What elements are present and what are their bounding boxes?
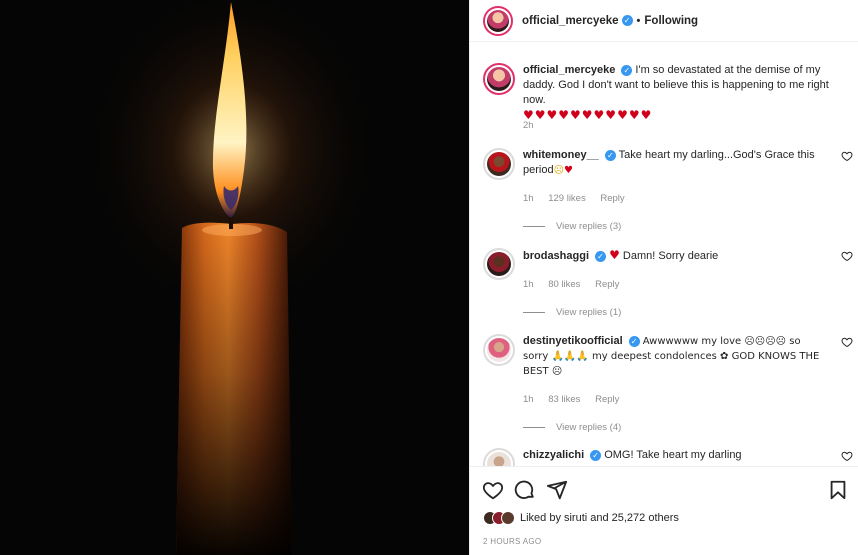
- liked-by-summary[interactable]: Liked by siruti and 25,272 others: [483, 511, 679, 525]
- verified-badge-icon: ✓: [628, 335, 640, 347]
- replies-divider: [523, 312, 545, 313]
- comment-username[interactable]: destinyetikoofficial: [523, 335, 623, 347]
- like-comment-heart-icon[interactable]: [841, 150, 853, 162]
- comment-likes[interactable]: 129 likes: [548, 193, 586, 204]
- liked-by-user[interactable]: siruti: [564, 512, 587, 524]
- separator-dot: •: [636, 14, 641, 27]
- verified-badge-icon: ✓: [621, 64, 633, 76]
- view-replies-label: View replies (4): [556, 422, 622, 433]
- view-replies-label: View replies (1): [556, 307, 622, 318]
- replies-divider: [523, 427, 545, 428]
- comment-username[interactable]: chizzyalichi: [523, 449, 584, 461]
- liked-by-prefix: Liked by: [520, 512, 561, 524]
- comment-heart-emoji: ♥: [609, 248, 620, 262]
- commenter-avatar[interactable]: [483, 148, 515, 180]
- comment-time: 1h: [523, 394, 534, 405]
- reply-button[interactable]: Reply: [595, 394, 619, 405]
- comment-item: destinyetikoofficial ✓ Awwwwww my love ☹☹…: [483, 334, 853, 434]
- comment-meta: 1h 83 likes Reply: [523, 394, 631, 405]
- comment-text: Damn! Sorry dearie: [622, 250, 719, 262]
- caption-meta: 2h: [523, 120, 546, 131]
- comment-username[interactable]: brodashaggi: [523, 250, 589, 262]
- comment-bubble-icon[interactable]: [514, 479, 536, 501]
- verified-badge-icon: ✓: [621, 15, 633, 27]
- bookmark-icon[interactable]: [827, 479, 849, 501]
- comment-emoji: ☹♥: [553, 165, 573, 176]
- like-comment-heart-icon[interactable]: [841, 336, 853, 348]
- comment-time: 1h: [523, 279, 534, 290]
- comment-item: whitemoney__ ✓ Take heart my darling...Go…: [483, 148, 853, 233]
- commenter-avatar[interactable]: [483, 248, 515, 280]
- post-header: official_mercyeke ✓ • Following: [470, 0, 858, 42]
- comment-time: 1h: [523, 193, 534, 204]
- caption-text-block: official_mercyeke ✓ I'm so devastated at …: [523, 63, 829, 124]
- comment-text-block: whitemoney__ ✓ Take heart my darling...Go…: [523, 148, 829, 178]
- view-replies-button[interactable]: View replies (3): [523, 221, 621, 232]
- comment-meta: 1h 80 likes Reply: [523, 279, 631, 290]
- comment-likes[interactable]: 83 likes: [548, 394, 580, 405]
- comment-likes[interactable]: 80 likes: [548, 279, 580, 290]
- verified-badge-icon: ✓: [590, 449, 602, 461]
- author-avatar[interactable]: [483, 5, 513, 36]
- like-comment-heart-icon[interactable]: [841, 250, 853, 262]
- verified-badge-icon: ✓: [604, 149, 616, 161]
- post-timestamp: 2 HOURS AGO: [483, 537, 542, 546]
- comment-text: OMG! Take heart my darling: [604, 449, 742, 461]
- author-username[interactable]: official_mercyeke ✓: [522, 15, 633, 27]
- caption-avatar[interactable]: [483, 63, 515, 95]
- comment-text-block: destinyetikoofficial ✓ Awwwwww my love ☹☹…: [523, 334, 829, 379]
- comment-item: chizzyalichi ✓ OMG! Take heart my darling: [483, 448, 853, 466]
- post-image-candle[interactable]: [0, 0, 469, 555]
- post-side-panel: official_mercyeke ✓ • Following official_…: [469, 0, 858, 555]
- heart-outline-icon[interactable]: [482, 479, 504, 501]
- replies-divider: [523, 226, 545, 227]
- view-replies-button[interactable]: View replies (4): [523, 422, 621, 433]
- comment-text-block: chizzyalichi ✓ OMG! Take heart my darling: [523, 448, 829, 463]
- view-replies-button[interactable]: View replies (1): [523, 307, 621, 318]
- reply-button[interactable]: Reply: [595, 279, 619, 290]
- post-actions: Liked by siruti and 25,272 others 2 HOUR…: [470, 466, 858, 555]
- comment-meta: 1h 129 likes Reply: [523, 193, 637, 204]
- like-comment-heart-icon[interactable]: [841, 450, 853, 462]
- verified-badge-icon: ✓: [595, 250, 607, 262]
- comment-text-block: brodashaggi ✓ ♥ Damn! Sorry dearie: [523, 248, 829, 264]
- candle-illustration: [0, 0, 469, 555]
- commenter-avatar[interactable]: [483, 334, 515, 366]
- reply-button[interactable]: Reply: [600, 193, 624, 204]
- view-replies-label: View replies (3): [556, 221, 622, 232]
- comment-item: brodashaggi ✓ ♥ Damn! Sorry dearie 1h 80 …: [483, 248, 853, 328]
- comments-list[interactable]: official_mercyeke ✓ I'm so devastated at …: [470, 43, 858, 466]
- comment-username[interactable]: whitemoney__: [523, 149, 599, 161]
- following-button[interactable]: Following: [644, 15, 698, 27]
- caption-time: 2h: [523, 120, 534, 131]
- paper-plane-icon[interactable]: [546, 479, 568, 501]
- instagram-post-view: official_mercyeke ✓ • Following official_…: [0, 0, 858, 555]
- caption: official_mercyeke ✓ I'm so devastated at …: [483, 63, 853, 143]
- commenter-avatar[interactable]: [483, 448, 515, 466]
- caption-username[interactable]: official_mercyeke: [523, 64, 615, 76]
- liked-by-count[interactable]: and 25,272 others: [590, 512, 679, 524]
- liker-avatar: [501, 511, 515, 525]
